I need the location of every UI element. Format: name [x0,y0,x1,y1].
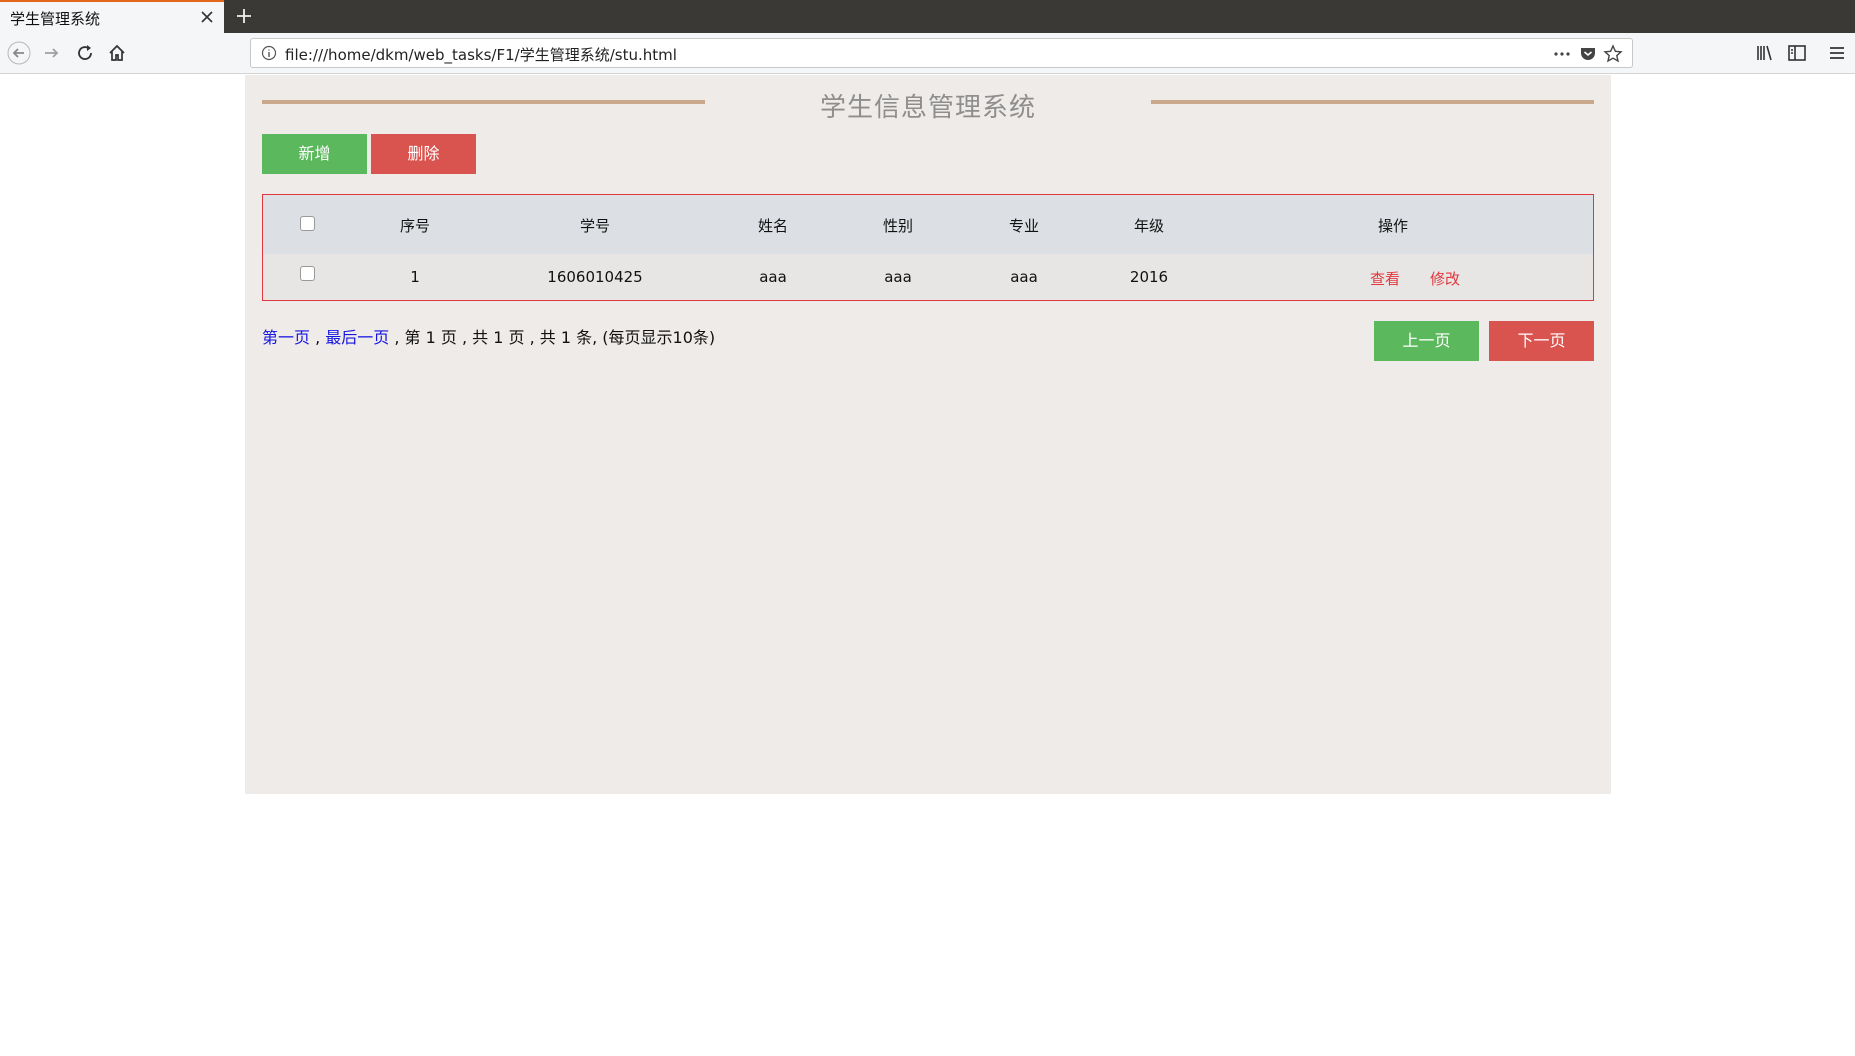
row-checkbox[interactable] [300,266,315,281]
address-bar[interactable]: file:///home/dkm/web_tasks/F1/学生管理系统/stu… [250,38,1633,68]
header-student-id: 学号 [579,217,610,235]
header-grade: 年级 [1133,217,1164,235]
prev-page-button[interactable]: 上一页 [1374,321,1479,361]
more-actions-icon[interactable] [1552,44,1572,64]
cell-index: 1 [410,268,420,286]
first-page-link[interactable]: 第一页 [262,328,310,347]
select-all-checkbox[interactable] [300,216,315,231]
last-page-link[interactable]: 最后一页 [325,328,389,347]
view-link[interactable]: 查看 [1365,268,1405,289]
pagination-info: 第一页 , 最后一页 , 第 1 页 , 共 1 页 , 共 1 条, (每页显… [262,324,715,348]
header-gender: 性别 [882,217,913,235]
url-text: file:///home/dkm/web_tasks/F1/学生管理系统/stu… [285,46,677,64]
next-page-button[interactable]: 下一页 [1489,321,1594,361]
cell-grade: 2016 [1129,268,1169,286]
home-icon[interactable] [105,41,129,65]
page-title: 学生信息管理系统 [819,93,1036,123]
header-index: 序号 [399,217,430,235]
pocket-icon[interactable] [1578,44,1598,64]
table-row: 1 1606010425 aaa aaa aaa 2016 查看 修改 [263,254,1593,300]
cell-gender: aaa [884,268,912,286]
info-icon[interactable] [261,45,277,61]
browser-tab[interactable]: 学生管理系统 [0,0,224,33]
title-divider-right [1151,100,1594,104]
add-button[interactable]: 新增 [262,134,367,174]
edit-link[interactable]: 修改 [1425,268,1465,289]
new-tab-icon[interactable] [232,4,256,28]
menu-icon[interactable] [1825,41,1849,65]
browser-tab-bar: 学生管理系统 [0,0,1855,33]
library-icon[interactable] [1753,41,1777,65]
bookmark-star-icon[interactable] [1603,44,1623,64]
back-icon[interactable] [7,41,31,65]
browser-toolbar: file:///home/dkm/web_tasks/F1/学生管理系统/stu… [0,33,1855,74]
close-tab-icon[interactable] [197,7,217,27]
tab-title: 学生管理系统 [10,10,101,28]
cell-major: aaa [1010,268,1038,286]
cell-student-id: 1606010425 [547,268,643,286]
student-table: 序号 学号 姓名 性别 专业 年级 操作 1 1606010425 aaa aa… [262,194,1594,301]
cell-name: aaa [759,268,787,286]
forward-icon[interactable] [40,41,64,65]
page-container: 学生信息管理系统 新增 删除 序号 学号 姓名 性别 专业 年级 操作 1 16… [245,75,1611,794]
sidebar-icon[interactable] [1785,41,1809,65]
header-name: 姓名 [757,217,788,235]
reload-icon[interactable] [73,41,97,65]
pagination-status: , 第 1 页 , 共 1 页 , 共 1 条, (每页显示10条) [389,328,716,347]
table-header-row: 序号 学号 姓名 性别 专业 年级 操作 [263,195,1593,254]
header-major: 专业 [1008,217,1039,235]
pagination-separator: , [310,328,326,347]
header-actions: 操作 [1377,217,1408,235]
delete-button[interactable]: 删除 [371,134,476,174]
